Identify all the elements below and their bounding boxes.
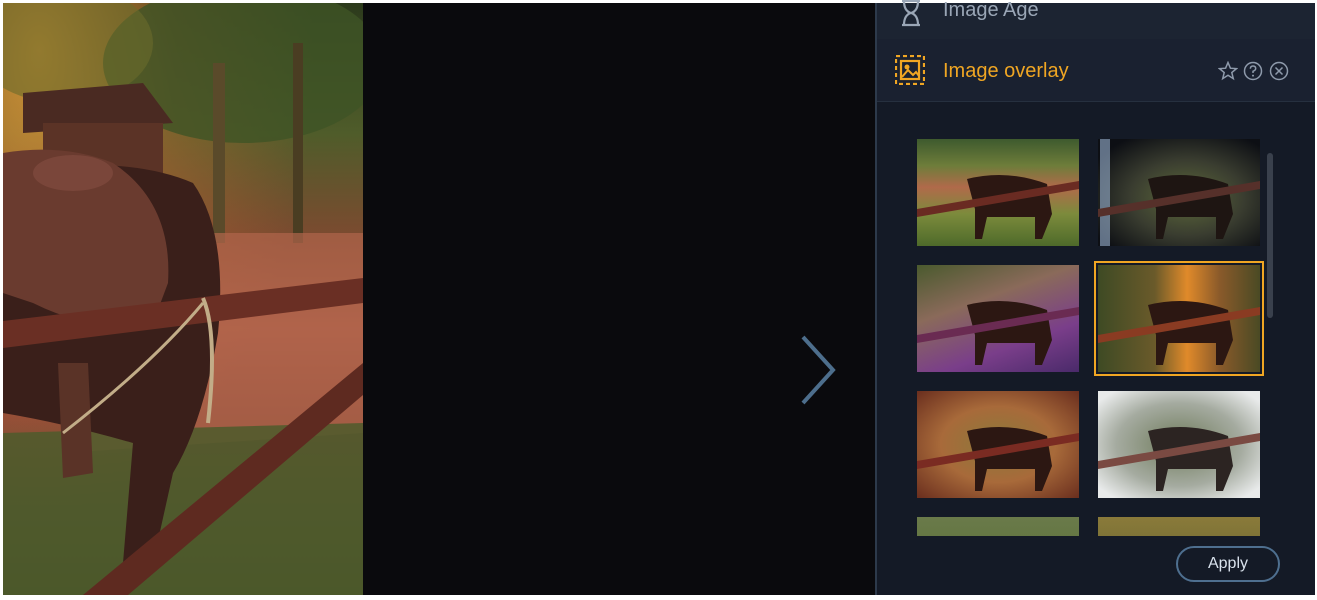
overlay-thumbnail[interactable] [917, 517, 1079, 536]
overlay-thumbnail[interactable] [1098, 139, 1260, 246]
overlay-thumbnail[interactable] [917, 265, 1079, 372]
chevron-right-icon[interactable] [799, 335, 839, 405]
scrollbar[interactable] [1267, 153, 1273, 318]
image-overlay-icon [894, 54, 926, 86]
tool-item-image-age[interactable]: Image Age [877, 0, 1315, 40]
hourglass-icon [899, 0, 923, 27]
overlay-thumbnail-selected[interactable] [1094, 261, 1264, 376]
help-icon[interactable] [1243, 61, 1263, 81]
overlay-thumbnail[interactable] [1098, 517, 1260, 536]
tool-title: Image overlay [943, 60, 1069, 82]
tool-item-label: Image Age [943, 0, 1039, 21]
tool-panel: Image Age Image overlay Apply [875, 0, 1315, 595]
tool-header-image-overlay: Image overlay [877, 39, 1315, 102]
overlay-thumbnail[interactable] [917, 391, 1079, 498]
preview-photo [0, 0, 383, 595]
overlay-thumbnail-grid [877, 101, 1315, 536]
canvas-area [363, 3, 875, 595]
apply-button[interactable]: Apply [1176, 546, 1280, 582]
overlay-thumbnail[interactable] [1098, 391, 1260, 498]
overlay-thumbnail[interactable] [917, 139, 1079, 246]
star-icon[interactable] [1217, 60, 1239, 81]
close-icon[interactable] [1269, 61, 1289, 81]
horse-photo-illustration [0, 0, 383, 595]
